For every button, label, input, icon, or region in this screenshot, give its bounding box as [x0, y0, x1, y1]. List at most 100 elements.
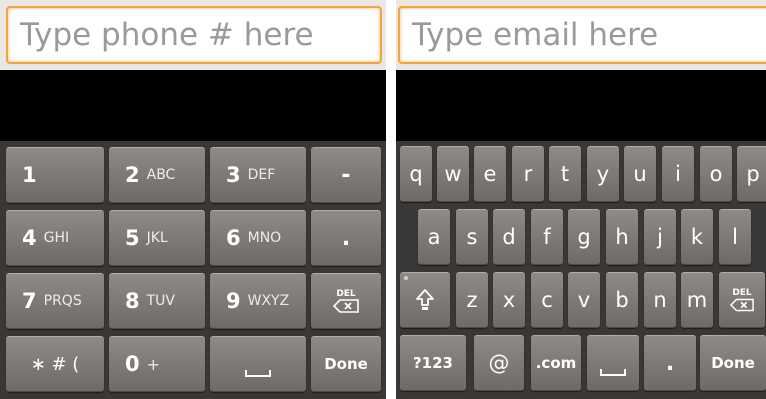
key-j[interactable]: j: [644, 209, 676, 265]
key-k[interactable]: k: [681, 209, 713, 265]
key-n[interactable]: n: [644, 272, 676, 328]
key-v-label: v: [577, 288, 591, 312]
key-v[interactable]: v: [568, 272, 600, 328]
key-o-label: o: [709, 162, 723, 186]
key-p[interactable]: p: [737, 146, 766, 202]
key-5-letters: JKL: [146, 230, 168, 246]
key-g-label: g: [577, 225, 591, 249]
space-key[interactable]: [210, 336, 306, 392]
done-button[interactable]: Done: [700, 335, 766, 391]
phone-field[interactable]: [6, 6, 382, 64]
key-b-label: b: [615, 288, 629, 312]
key-u[interactable]: u: [624, 146, 656, 202]
key-dash[interactable]: -: [311, 147, 381, 203]
backspace-arrow-icon: [730, 298, 754, 311]
key-7-letters: PRQS: [43, 293, 82, 309]
key-x-label: x: [502, 288, 516, 312]
shift-key[interactable]: [400, 272, 450, 328]
key-e[interactable]: e: [474, 146, 506, 202]
key-symbols-label: ∗ # (: [30, 353, 80, 375]
done-button[interactable]: Done: [311, 336, 381, 392]
key-4-letters: GHI: [43, 230, 70, 246]
key-d-label: d: [502, 225, 516, 249]
key-e-label: e: [483, 162, 497, 186]
key-s[interactable]: s: [456, 209, 488, 265]
qwerty-keyboard: q w e r t y u i o p a s d f g h j k l z …: [396, 141, 766, 399]
key-period[interactable]: .: [644, 335, 696, 391]
key-l-label: l: [732, 225, 738, 249]
key-w-label: w: [444, 162, 462, 186]
phone-screen: 1 2 ABC 3 DEF - 4 GHI 5 JKL 6 MNO .: [0, 0, 386, 399]
phone-keypad: 1 2 ABC 3 DEF - 4 GHI 5 JKL 6 MNO . 7 PR…: [0, 141, 386, 399]
key-2-letters: ABC: [146, 167, 176, 183]
key-4[interactable]: 4 GHI: [6, 210, 104, 266]
backspace-del-label: DEL: [732, 287, 752, 298]
key-z[interactable]: z: [456, 272, 488, 328]
key-o[interactable]: o: [700, 146, 732, 202]
email-screen: q w e r t y u i o p a s d f g h j k l z …: [396, 0, 766, 399]
key-c[interactable]: c: [531, 272, 563, 328]
space-key[interactable]: [587, 335, 639, 391]
key-d[interactable]: d: [493, 209, 525, 265]
key-r-label: r: [523, 162, 533, 186]
key-6-letters: MNO: [247, 230, 282, 246]
key-m[interactable]: m: [681, 272, 713, 328]
email-field[interactable]: [398, 6, 766, 64]
key-0-plus: +: [146, 354, 161, 374]
key-j-label: j: [657, 225, 663, 249]
email-input[interactable]: [400, 8, 766, 62]
key-w[interactable]: w: [437, 146, 469, 202]
key-t-label: t: [560, 162, 570, 186]
key-2-digit: 2: [125, 163, 140, 187]
key-p-label: p: [746, 162, 760, 186]
key-y[interactable]: y: [587, 146, 619, 202]
backspace-key[interactable]: DEL: [719, 272, 765, 328]
backspace-key[interactable]: DEL: [311, 273, 381, 329]
key-q-label: q: [409, 162, 423, 186]
key-symbols[interactable]: ∗ # (: [6, 336, 104, 392]
symbols-mode-label: ?123: [412, 354, 453, 372]
key-7[interactable]: 7 PRQS: [6, 273, 104, 329]
key-b[interactable]: b: [606, 272, 638, 328]
key-9-digit: 9: [226, 289, 241, 313]
key-at-label: @: [488, 351, 510, 375]
key-period[interactable]: .: [311, 210, 381, 266]
key-8-digit: 8: [125, 289, 140, 313]
key-r[interactable]: r: [512, 146, 544, 202]
key-0[interactable]: 0 +: [109, 336, 205, 392]
key-q[interactable]: q: [400, 146, 432, 202]
key-3-digit: 3: [226, 163, 241, 187]
key-z-label: z: [466, 288, 478, 312]
key-a[interactable]: a: [418, 209, 450, 265]
key-6[interactable]: 6 MNO: [210, 210, 306, 266]
key-l[interactable]: l: [719, 209, 751, 265]
phone-input[interactable]: [8, 8, 380, 62]
key-f-label: f: [543, 225, 551, 249]
key-dash-label: -: [341, 162, 351, 188]
symbols-mode-key[interactable]: ?123: [400, 335, 466, 391]
key-n-label: n: [653, 288, 667, 312]
phone-field-area: [0, 0, 386, 70]
key-9-letters: WXYZ: [247, 293, 290, 309]
key-dotcom[interactable]: .com: [531, 335, 581, 391]
key-0-digit: 0: [125, 352, 140, 376]
key-i[interactable]: i: [662, 146, 694, 202]
key-f[interactable]: f: [531, 209, 563, 265]
key-h-label: h: [615, 225, 629, 249]
key-g[interactable]: g: [568, 209, 600, 265]
key-8[interactable]: 8 TUV: [109, 273, 205, 329]
key-dotcom-label: .com: [535, 354, 577, 372]
key-9[interactable]: 9 WXYZ: [210, 273, 306, 329]
key-3[interactable]: 3 DEF: [210, 147, 306, 203]
shift-indicator: [404, 276, 408, 280]
key-1[interactable]: 1: [6, 147, 104, 203]
email-field-area: [396, 0, 766, 70]
key-5[interactable]: 5 JKL: [109, 210, 205, 266]
key-at[interactable]: @: [474, 335, 524, 391]
key-t[interactable]: t: [549, 146, 581, 202]
key-2[interactable]: 2 ABC: [109, 147, 205, 203]
key-1-digit: 1: [22, 163, 37, 187]
key-x[interactable]: x: [493, 272, 525, 328]
key-7-digit: 7: [22, 289, 37, 313]
key-h[interactable]: h: [606, 209, 638, 265]
